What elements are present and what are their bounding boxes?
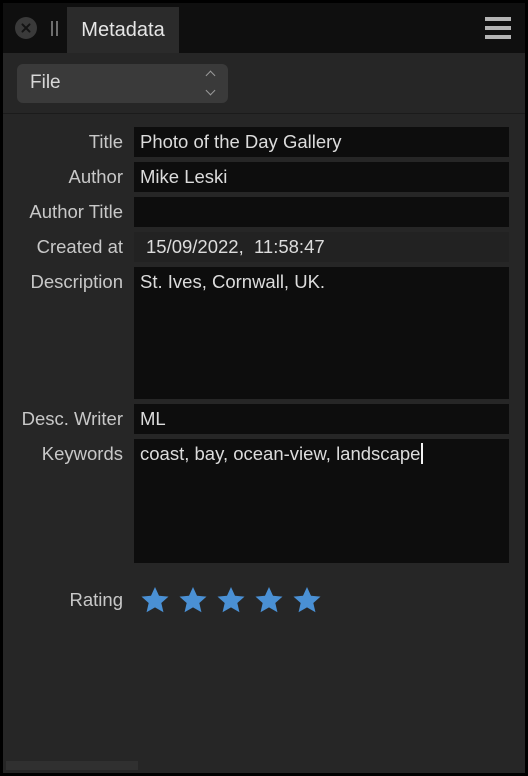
field-row-desc-writer: Desc. Writer ML [3,404,525,434]
tab-metadata-label: Metadata [81,18,165,41]
tab-metadata[interactable]: Metadata [67,7,179,53]
star-icon-5[interactable] [292,585,322,615]
category-select-value: File [30,72,61,93]
label-keywords: Keywords [41,443,123,464]
label-author: Author [68,166,123,187]
tab-bar-left-icons [3,3,58,53]
horizontal-scrollbar-thumb[interactable] [6,761,138,770]
input-author-title[interactable] [134,197,509,227]
star-icon-3[interactable] [216,585,246,615]
category-select-row: File [3,53,525,114]
horizontal-scrollbar[interactable] [6,761,522,770]
label-title: Title [88,131,123,152]
field-row-created-at: Created at 15/09/2022, 11:58:47 [3,232,525,262]
label-desc-writer: Desc. Writer [21,408,123,429]
field-row-author: Author Mike Leski [3,162,525,192]
pause-bars-icon[interactable] [51,20,58,36]
input-description[interactable]: St. Ives, Cornwall, UK. [134,267,509,399]
field-row-title: Title Photo of the Day Gallery [3,127,525,157]
metadata-form: Title Photo of the Day Gallery Author Mi… [3,114,525,615]
hamburger-menu-icon[interactable] [485,17,511,39]
field-row-description: Description St. Ives, Cornwall, UK. [3,267,525,399]
input-author[interactable]: Mike Leski [134,162,509,192]
input-title[interactable]: Photo of the Day Gallery [134,127,509,157]
label-created-at: Created at [36,236,123,257]
text-caret [421,443,424,464]
input-keywords[interactable]: coast, bay, ocean-view, landscape [134,439,509,563]
close-circle-icon[interactable] [15,17,37,39]
label-description: Description [30,271,123,292]
label-rating: Rating [69,589,123,610]
rating-stars[interactable] [134,585,322,615]
star-icon-1[interactable] [140,585,170,615]
field-row-keywords: Keywords coast, bay, ocean-view, landsca… [3,439,525,563]
chevron-up-down-icon [204,72,216,94]
category-select[interactable]: File [17,63,228,103]
star-icon-2[interactable] [178,585,208,615]
star-icon-4[interactable] [254,585,284,615]
field-row-rating: Rating [3,585,525,615]
metadata-panel-window: Metadata File Title Photo of the Day Gal… [0,0,528,776]
value-created-at: 15/09/2022, 11:58:47 [134,232,509,262]
input-keywords-value: coast, bay, ocean-view, landscape [140,443,421,464]
input-desc-writer[interactable]: ML [134,404,509,434]
field-row-author-title: Author Title [3,197,525,227]
tab-bar: Metadata [3,3,525,53]
label-author-title: Author Title [29,201,123,222]
